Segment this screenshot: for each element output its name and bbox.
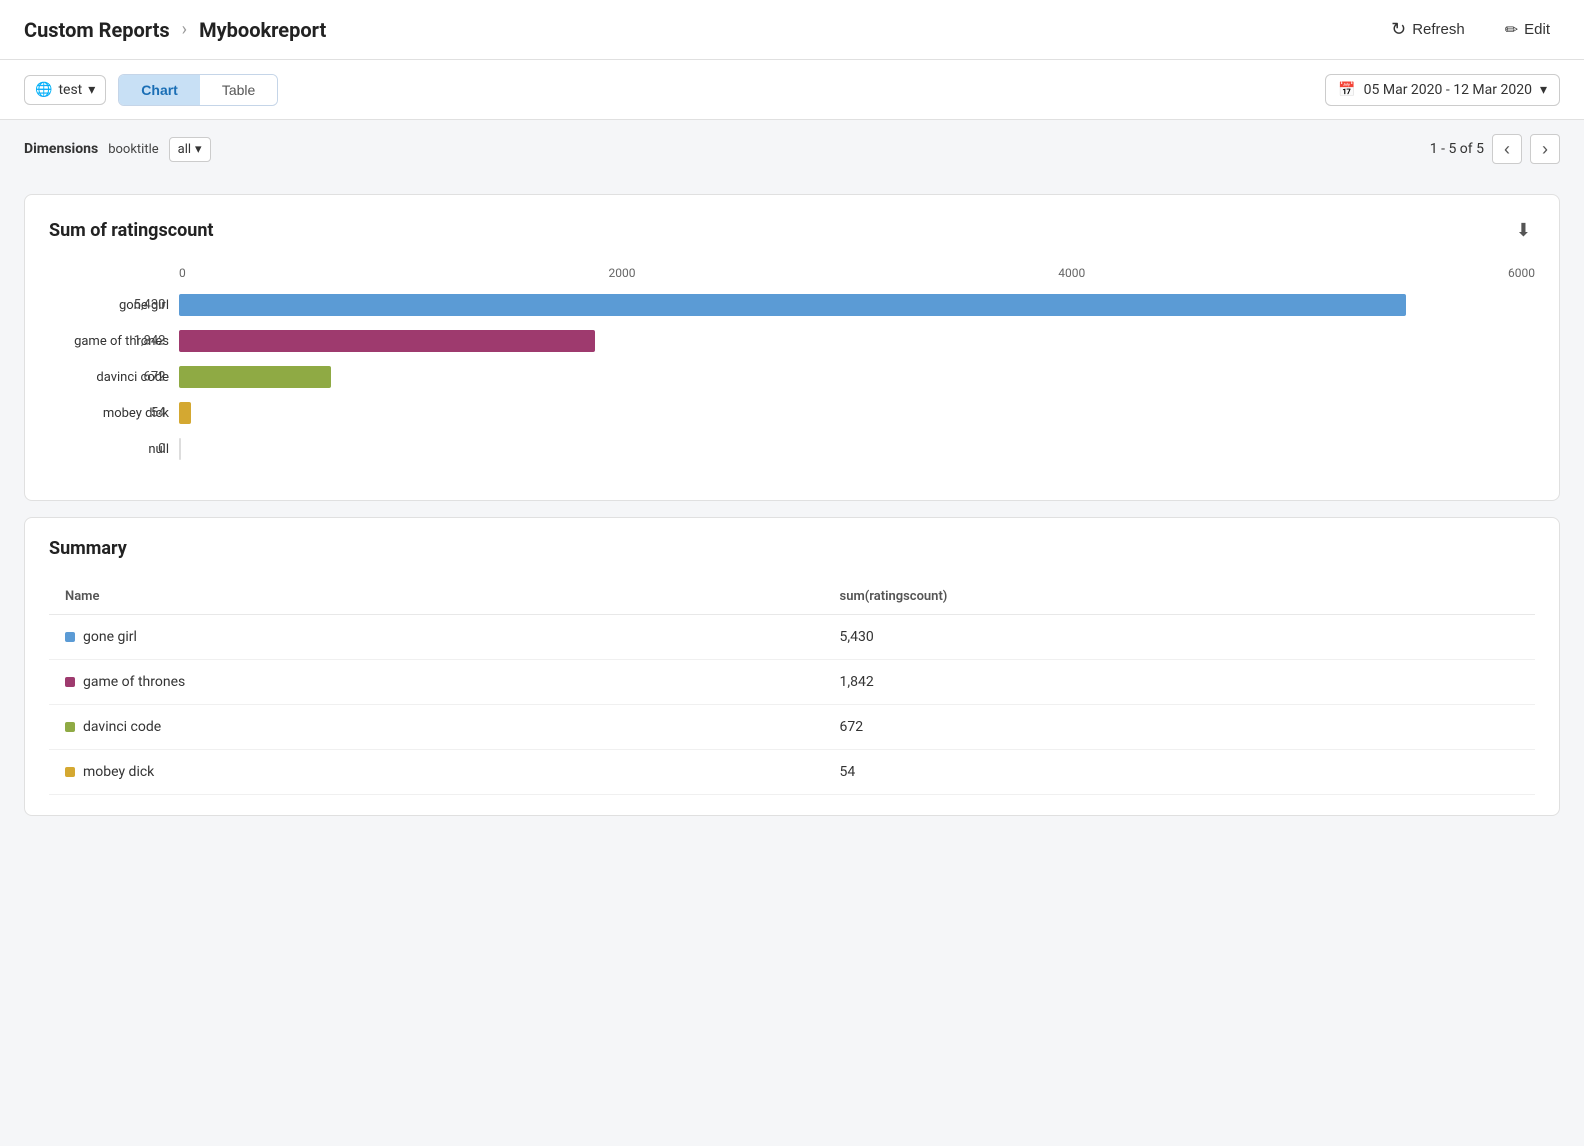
color-dot [65,632,75,642]
axis-label-2000: 2000 [609,266,636,280]
bar-label: null [49,442,169,457]
prev-page-button[interactable] [1492,134,1522,164]
dimensions-bar: Dimensions booktitle all 1 - 5 of 5 [0,120,1584,178]
summary-row-name: game of thrones [83,674,185,690]
color-dot [65,767,75,777]
axis-labels: 0 2000 4000 6000 [179,266,1535,280]
summary-row-name: gone girl [83,629,137,645]
refresh-icon [1391,19,1406,40]
date-chevron-icon [1540,82,1547,98]
bar-row: game of thrones1,842 [179,326,1535,356]
edit-icon [1505,20,1518,40]
bar-chart: gone girl5,430 game of thrones1,842 davinc… [49,290,1535,480]
bar-track: 1,842 [179,330,1535,352]
edit-button[interactable]: Edit [1495,14,1560,46]
filter-chevron-icon [195,142,202,157]
table-row: mobey dick 54 [49,750,1535,795]
col-header-value: sum(ratingscount) [824,579,1535,615]
summary-card: Summary Name sum(ratingscount) gone girl… [24,517,1560,816]
summary-table: Name sum(ratingscount) gone girl5,430gam… [49,579,1535,795]
chart-title: Sum of ratingscount [49,220,214,241]
summary-card-header: Summary [49,538,1535,559]
bar-track: 0 [179,438,1535,460]
bar-fill [179,330,595,352]
dimension-filter-dropdown[interactable]: all [169,137,211,162]
view-tab-group: Chart Table [118,74,278,106]
table-row: gone girl 5,430 [49,615,1535,660]
bar-track: 5,430 [179,294,1535,316]
chevron-left-icon [1504,139,1510,160]
dimensions-left: Dimensions booktitle all [24,137,211,162]
dimension-field: booktitle [108,142,158,157]
tab-table[interactable]: Table [200,75,277,105]
main-content: Sum of ratingscount 0 2000 4000 6000 gon… [0,178,1584,832]
breadcrumb-separator: › [182,19,187,40]
breadcrumb-current: Mybookreport [199,18,326,42]
bar-value: 0 [158,442,165,457]
date-range-picker[interactable]: 05 Mar 2020 - 12 Mar 2020 [1325,74,1560,106]
color-dot [65,722,75,732]
pagination-info: 1 - 5 of 5 [1430,141,1484,157]
summary-row-value: 672 [824,705,1535,750]
axis-label-0: 0 [179,266,186,280]
axis-label-6000: 6000 [1508,266,1535,280]
bar-fill [179,294,1406,316]
bar-row: davinci code672 [179,362,1535,392]
bar-fill [179,402,191,424]
bar-fill [179,438,181,460]
summary-row-value: 5,430 [824,615,1535,660]
bar-row: mobey dick54 [179,398,1535,428]
chart-axis-row: 0 2000 4000 6000 [49,266,1535,280]
next-page-button[interactable] [1530,134,1560,164]
summary-row-name: mobey dick [83,764,154,780]
bar-value: 672 [144,370,166,385]
summary-name-cell: game of thrones [49,660,824,705]
chevron-right-icon [1542,139,1548,160]
globe-icon [35,82,52,98]
summary-name-cell: davinci code [49,705,824,750]
breadcrumb-home[interactable]: Custom Reports [24,18,170,42]
summary-title: Summary [49,538,127,559]
refresh-button[interactable]: Refresh [1381,13,1475,46]
table-row: davinci code 672 [49,705,1535,750]
chevron-down-icon [88,82,95,98]
bar-row: gone girl5,430 [179,290,1535,320]
tab-chart[interactable]: Chart [119,75,200,105]
bar-value: 54 [151,406,166,421]
table-row: game of thrones 1,842 [49,660,1535,705]
calendar-icon [1338,82,1355,98]
summary-row-value: 1,842 [824,660,1535,705]
bar-value: 5,430 [134,298,166,313]
header-actions: Refresh Edit [1381,13,1560,46]
summary-name-cell: mobey dick [49,750,824,795]
col-header-name: Name [49,579,824,615]
summary-name-cell: gone girl [49,615,824,660]
axis-label-4000: 4000 [1058,266,1085,280]
env-selector[interactable]: test [24,75,106,105]
download-button[interactable] [1512,215,1535,246]
toolbar-left: test Chart Table [24,74,278,106]
breadcrumb: Custom Reports › Mybookreport [24,18,326,42]
chart-card: Sum of ratingscount 0 2000 4000 6000 gon… [24,194,1560,501]
download-icon [1516,219,1531,241]
pagination: 1 - 5 of 5 [1430,134,1560,164]
summary-row-name: davinci code [83,719,161,735]
toolbar: test Chart Table 05 Mar 2020 - 12 Mar 20… [0,60,1584,120]
dimensions-label: Dimensions [24,141,98,157]
bar-track: 54 [179,402,1535,424]
bar-track: 672 [179,366,1535,388]
summary-row-value: 54 [824,750,1535,795]
bar-row: null0 [179,434,1535,464]
page-header: Custom Reports › Mybookreport Refresh Ed… [0,0,1584,60]
chart-card-header: Sum of ratingscount [49,215,1535,246]
bar-fill [179,366,331,388]
bar-value: 1,842 [134,334,166,349]
color-dot [65,677,75,687]
